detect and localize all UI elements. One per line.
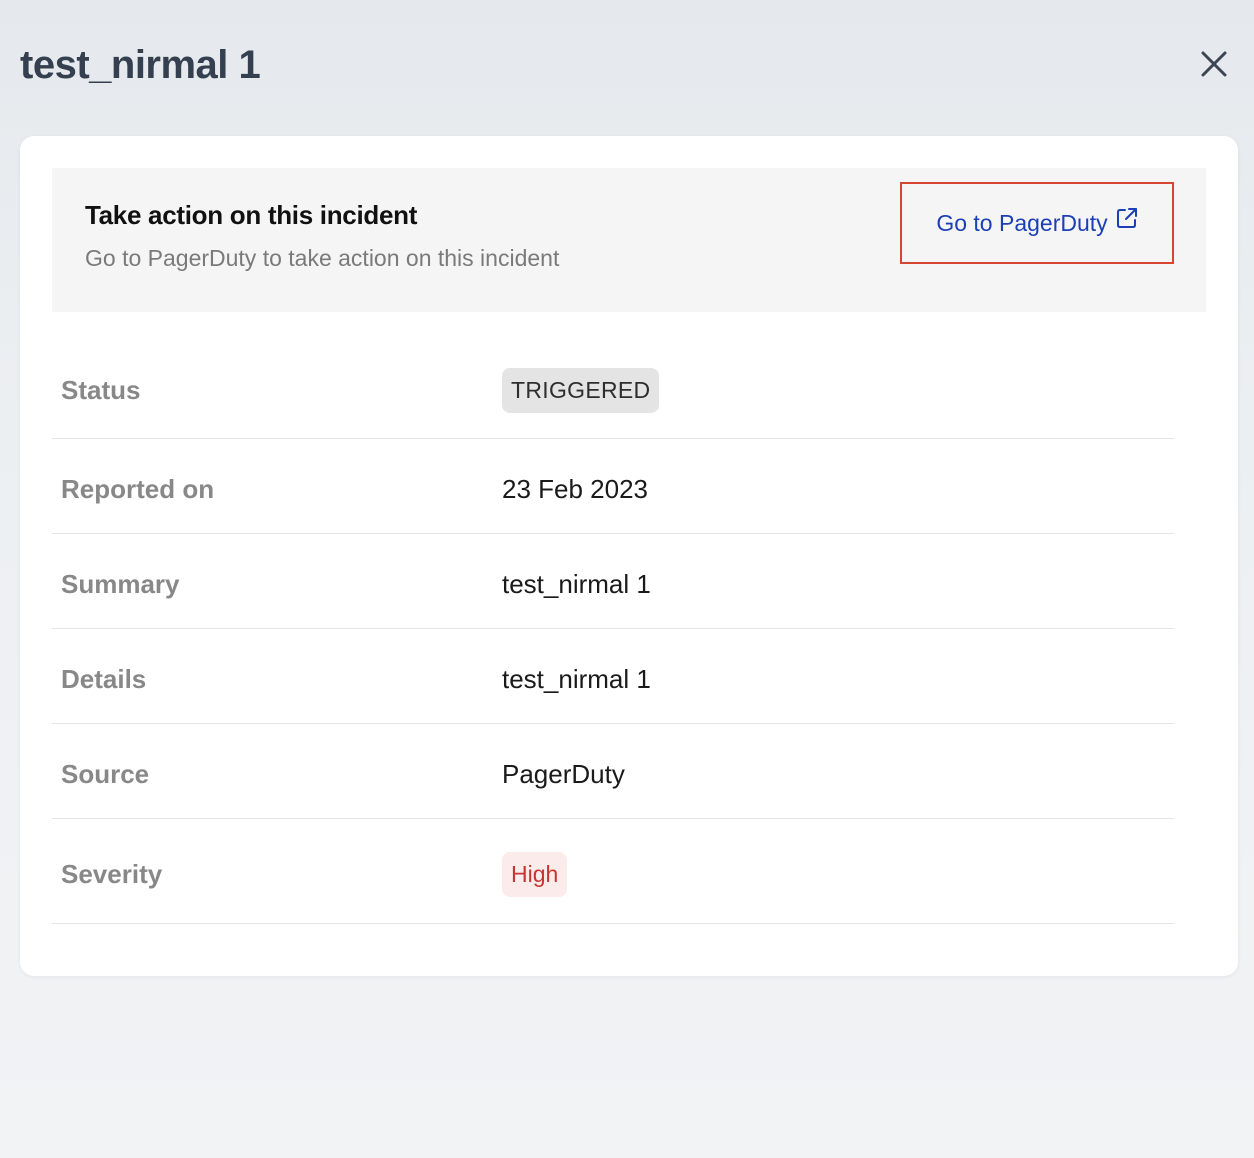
action-panel-subtitle: Go to PagerDuty to take action on this i… [85, 245, 560, 271]
detail-row-severity: Severity High [52, 819, 1174, 924]
go-to-pagerduty-label: Go to PagerDuty [936, 209, 1108, 236]
detail-row-reported-on: Reported on 23 Feb 2023 [52, 439, 1174, 534]
source-label: Source [61, 759, 150, 789]
action-panel: Take action on this incident Go to Pager… [52, 168, 1206, 312]
action-panel-title: Take action on this incident [85, 200, 418, 230]
incident-card: Take action on this incident Go to Pager… [20, 136, 1238, 976]
summary-value: test_nirmal 1 [502, 569, 651, 599]
summary-label: Summary [61, 569, 180, 599]
detail-row-details: Details test_nirmal 1 [52, 629, 1174, 724]
external-link-icon [1116, 207, 1138, 234]
detail-row-source: Source PagerDuty [52, 724, 1174, 819]
close-button[interactable] [1192, 42, 1236, 86]
severity-label: Severity [61, 859, 163, 889]
source-value: PagerDuty [502, 759, 625, 789]
details-value: test_nirmal 1 [502, 664, 651, 694]
severity-badge: High [502, 852, 568, 897]
reported-on-value: 23 Feb 2023 [502, 474, 649, 504]
details-label: Details [61, 664, 147, 694]
close-icon [1201, 51, 1227, 77]
detail-row-status: Status TRIGGERED [52, 312, 1174, 439]
reported-on-label: Reported on [61, 474, 215, 504]
go-to-pagerduty-link[interactable]: Go to PagerDuty [900, 182, 1174, 264]
status-badge: TRIGGERED [502, 368, 660, 413]
incident-details-list: Status TRIGGERED Reported on 23 Feb 2023… [52, 312, 1174, 924]
detail-row-summary: Summary test_nirmal 1 [52, 534, 1174, 629]
page-header: test_nirmal 1 [0, 0, 1254, 130]
status-label: Status [61, 375, 141, 405]
page-title: test_nirmal 1 [20, 43, 261, 87]
